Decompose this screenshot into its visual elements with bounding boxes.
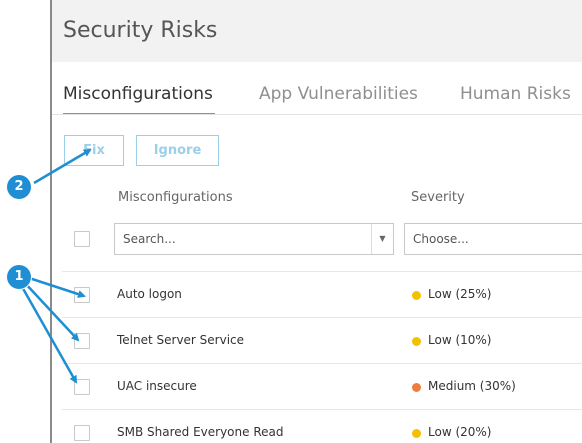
severity-low-icon (412, 291, 421, 300)
chevron-down-icon[interactable]: ▼ (371, 224, 393, 254)
row-severity: Medium (30%) (428, 379, 516, 393)
title-bar: Security Risks (52, 0, 582, 62)
ignore-button[interactable]: Ignore (136, 135, 219, 166)
tab-misconfigurations[interactable]: Misconfigurations (63, 84, 213, 104)
row-name: UAC insecure (117, 379, 197, 393)
row-checkbox[interactable] (74, 333, 90, 349)
callout-badge-1: 1 (7, 265, 31, 289)
search-filter-input[interactable]: Search... ▼ (114, 223, 394, 255)
tabs-divider (52, 114, 582, 115)
severity-filter-placeholder: Choose... (413, 232, 469, 246)
row-name: Telnet Server Service (117, 333, 245, 347)
callout-badge-2: 2 (7, 175, 31, 199)
row-severity: Low (25%) (428, 287, 492, 301)
row-checkbox[interactable] (74, 379, 90, 395)
row-checkbox[interactable] (74, 287, 90, 303)
select-all-checkbox[interactable] (74, 231, 90, 247)
column-header-misconfigurations[interactable]: Misconfigurations (118, 190, 233, 205)
tab-bar: Misconfigurations App Vulnerabilities Hu… (52, 84, 582, 114)
column-header-severity[interactable]: Severity (411, 190, 465, 205)
severity-filter-select[interactable]: Choose... (404, 223, 582, 255)
table-row[interactable]: SMB Shared Everyone Read Low (20%) (62, 409, 582, 443)
severity-medium-icon (412, 383, 421, 392)
tab-human-risks[interactable]: Human Risks (460, 84, 571, 104)
row-severity: Low (10%) (428, 333, 492, 347)
table-row[interactable]: Telnet Server Service Low (10%) (62, 317, 582, 363)
table-row[interactable]: UAC insecure Medium (30%) (62, 363, 582, 409)
row-checkbox[interactable] (74, 425, 90, 441)
row-name: SMB Shared Everyone Read (117, 425, 284, 439)
tab-app-vulnerabilities[interactable]: App Vulnerabilities (259, 84, 418, 104)
severity-low-icon (412, 337, 421, 346)
security-risks-panel: Security Risks Misconfigurations App Vul… (50, 0, 582, 443)
severity-low-icon (412, 429, 421, 438)
fix-button[interactable]: Fix (64, 135, 124, 166)
row-name: Auto logon (117, 287, 182, 301)
page-title: Security Risks (63, 18, 218, 43)
search-filter-placeholder: Search... (123, 232, 176, 246)
row-severity: Low (20%) (428, 425, 492, 439)
table-row[interactable]: Auto logon Low (25%) (62, 271, 582, 317)
